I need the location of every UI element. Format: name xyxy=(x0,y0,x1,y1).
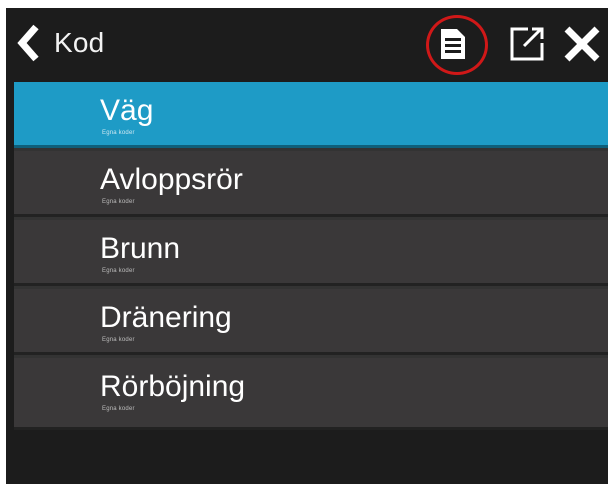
list-item-subtitle: Egna koder xyxy=(102,130,135,136)
list-item-subtitle: Egna koder xyxy=(102,268,135,274)
list-item-label: Brunn xyxy=(100,232,181,265)
list-item-label: Avloppsrör xyxy=(100,163,243,196)
top-bar: Kod xyxy=(6,8,608,80)
list-item-label: Dränering xyxy=(100,301,232,334)
app-screen: Kod Väg Egna koder Avloppsrör Egna koder… xyxy=(6,8,608,484)
empty-area xyxy=(6,430,608,484)
page-title: Kod xyxy=(54,27,105,58)
chevron-left-icon xyxy=(17,24,39,62)
list-item-rorbojning[interactable]: Rörböjning Egna koder xyxy=(14,358,608,430)
list-item-subtitle: Egna koder xyxy=(102,406,135,412)
list-item-brunn[interactable]: Brunn Egna koder xyxy=(14,220,608,286)
list-item-avloppsror[interactable]: Avloppsrör Egna koder xyxy=(14,151,608,217)
list-item-dranering[interactable]: Dränering Egna koder xyxy=(14,289,608,355)
list-item-label: Rörböjning xyxy=(100,370,246,403)
list-button[interactable] xyxy=(426,18,478,70)
list-item-label: Väg xyxy=(100,94,154,127)
list-item-subtitle: Egna koder xyxy=(102,337,135,343)
open-external-icon xyxy=(510,27,544,61)
open-external-button[interactable] xyxy=(500,18,552,70)
close-icon xyxy=(564,26,600,62)
list-document-icon xyxy=(441,29,465,59)
code-list: Väg Egna koder Avloppsrör Egna koder Bru… xyxy=(14,82,608,430)
close-button[interactable] xyxy=(556,18,608,70)
back-button[interactable]: Kod xyxy=(14,18,104,68)
list-item-subtitle: Egna koder xyxy=(102,199,135,205)
list-item-vag[interactable]: Väg Egna koder xyxy=(14,82,608,148)
